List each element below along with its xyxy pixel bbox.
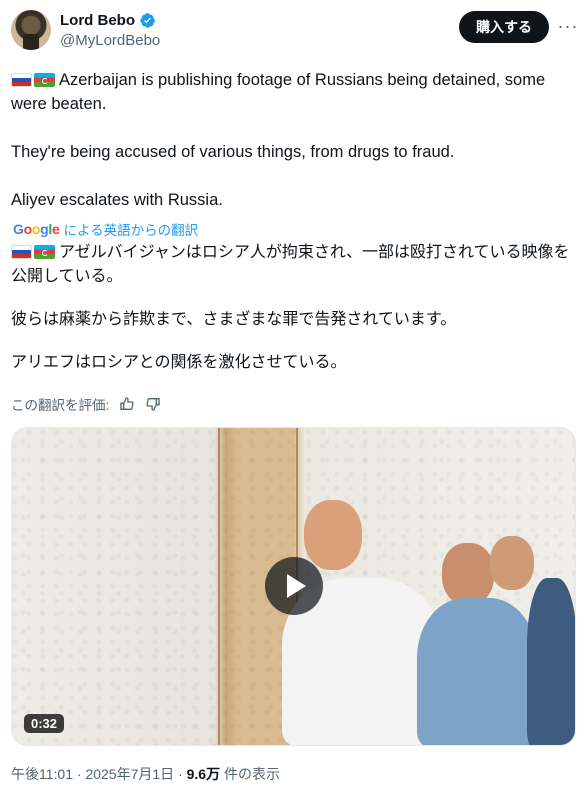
tweet-paragraph: Aliyev escalates with Russia. [11, 191, 223, 209]
video-figure [527, 578, 575, 745]
tweet-paragraph-text: Azerbaijan is publishing footage of Russ… [11, 71, 546, 113]
google-logo: Google [13, 221, 60, 237]
rate-translation: この翻訳を評価: [11, 394, 161, 414]
flag-russia-icon [11, 73, 32, 87]
thumbs-up-icon[interactable] [119, 396, 135, 412]
video-duration: 0:32 [24, 714, 65, 733]
translated-paragraph-text: アゼルバイジャンはロシア人が拘束され、一部は殴打されている映像を公開している。 [11, 244, 570, 285]
more-options-icon[interactable]: ··· [556, 14, 580, 38]
play-icon[interactable] [265, 557, 323, 615]
translated-paragraph: 彼らは麻薬から詐欺まで、さまざまな罪で告発されています。 [11, 311, 457, 328]
translation-attribution[interactable]: Google による英語からの翻訳 [13, 219, 198, 239]
flag-azerbaijan-icon [34, 245, 55, 259]
flag-russia-icon [11, 245, 32, 259]
rate-label: この翻訳を評価: [11, 398, 110, 413]
verified-badge-icon [140, 13, 155, 28]
flags [11, 245, 55, 259]
tweet-timestamp[interactable]: 午後11:01 · 2025年7月1日 · [11, 766, 187, 782]
flags [11, 73, 55, 87]
author-display-name[interactable]: Lord Bebo [60, 12, 135, 29]
video-figure [442, 543, 494, 605]
tweet-meta: 午後11:01 · 2025年7月1日 · 9.6万 件の表示 [11, 764, 280, 784]
tweet-paragraph: Azerbaijan is publishing footage of Russ… [11, 68, 571, 116]
author-name-row[interactable]: Lord Bebo [60, 12, 156, 29]
translation-label[interactable]: による英語からの翻訳 [63, 219, 198, 239]
thumbs-down-icon[interactable] [145, 396, 161, 412]
video-figure [304, 500, 362, 570]
video-figure [490, 536, 534, 590]
video-player[interactable]: 0:32 [11, 427, 576, 746]
tweet-paragraph: They're being accused of various things,… [11, 143, 455, 161]
flag-azerbaijan-icon [34, 73, 55, 87]
tweet-text: Azerbaijan is publishing footage of Russ… [11, 68, 571, 212]
translated-paragraph: アリエフはロシアとの関係を激化させている。 [11, 354, 347, 371]
view-count: 9.6万 [186, 766, 221, 782]
tweet-header: Lord Bebo @MyLordBebo 購入する ··· [0, 0, 588, 62]
buy-button[interactable]: 購入する [459, 11, 549, 43]
video-figure [417, 598, 537, 745]
translated-text: アゼルバイジャンはロシア人が拘束され、一部は殴打されている映像を公開している。 … [11, 241, 583, 394]
video-frame-detail [218, 428, 220, 745]
translated-paragraph: アゼルバイジャンはロシア人が拘束され、一部は殴打されている映像を公開している。 [11, 241, 583, 289]
author-handle[interactable]: @MyLordBebo [60, 32, 160, 49]
view-count-label: 件の表示 [220, 766, 280, 782]
avatar[interactable] [11, 10, 51, 50]
